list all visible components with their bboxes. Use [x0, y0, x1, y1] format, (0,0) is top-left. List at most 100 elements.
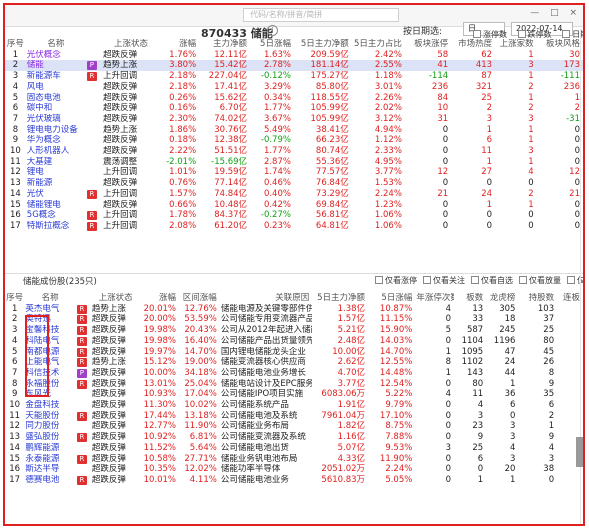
table-row[interactable]: 11 天能股份 R 超跌反弹 17.44% 13.18% 公司储能电池及系统 7961.04万… [5, 411, 583, 422]
constituent-header-cell[interactable]: 涨幅 [140, 293, 179, 304]
table-row[interactable]: 8 锂电电力设备 趋势上涨 1.86% 30.76亿 5.49% 38.41亿 4.94% 0 1… [5, 125, 583, 136]
checkbox-icon[interactable] [473, 30, 481, 38]
sector-header-cell[interactable]: 涨幅 [160, 39, 199, 50]
table-row[interactable]: 9 华为概念 超跌反弹 0.18% 12.38亿 -0.79% 66.23亿 1.12% 0 6 1… [5, 135, 583, 146]
info-icon[interactable]: i [267, 25, 278, 36]
trend-status: 超跌反弹 [103, 49, 138, 60]
table-row[interactable]: 1 英杰电气 R 趋势上涨 20.01% 12.76%储能电源及关键零部件供应 1.38亿 1… [5, 304, 583, 315]
check-date[interactable]: 日期 [562, 30, 583, 39]
sector-header-cell[interactable]: 上涨状态 [102, 39, 160, 50]
sector-header-cell[interactable]: 上涨家数 [495, 39, 537, 50]
table-row[interactable]: 1 光伏概念 超跌反弹 1.76% 12.11亿 1.63% 209.59亿 2.42% 58 6… [5, 50, 583, 61]
constituent-header-cell[interactable]: 上涨状态 [91, 293, 140, 304]
constituent-header-cell[interactable]: 龙虎榜 [486, 293, 518, 304]
scrollbar-thumb[interactable] [576, 437, 583, 467]
table-row[interactable]: 12 同力股份 超跌反弹 12.77% 11.90% 公司储能业务布局 1.82亿 8.75%… [5, 421, 583, 432]
checkbox-icon[interactable] [519, 276, 527, 284]
count-cell: 413 [451, 60, 496, 72]
constituent-filter-check[interactable]: 仅看放量 [519, 276, 561, 285]
table-row[interactable]: 13 盛弘股份 R 超跌反弹 10.92% 6.81% 公司储能变流器及系统 1.16亿 7.8… [5, 432, 583, 443]
value-cell: 2.87% [263, 156, 291, 167]
constituent-filter-check[interactable]: 仅看自选 [471, 276, 513, 285]
table-row[interactable]: 15 储能锂电 超跌反弹 0.66% 10.48亿 0.42% 69.84亿 1.23% 0 1 1… [5, 200, 583, 211]
value-cell: 5.49% [263, 124, 291, 135]
checkbox-icon[interactable] [375, 276, 383, 284]
trend-status: 超跌反弹 [91, 389, 126, 400]
table-row[interactable]: 2 奥特迅 R 超跌反弹 20.00% 53.59% 公司储能专用变流器产品 1.57亿 11.… [5, 314, 583, 325]
constituent-header-cell[interactable] [76, 293, 91, 304]
table-row[interactable]: 17 特斯拉概念 R 上升回调 2.08% 61.20亿 0.23% 64.81亿 1.06% 0… [5, 221, 583, 232]
table-row[interactable]: 5 南都电源 R 超跌反弹 19.97% 14.70% 国内锂电储能龙头企业 10.00亿 14… [5, 347, 583, 358]
sector-header-cell[interactable]: 5日主力占比 [352, 39, 405, 50]
sector-header-cell[interactable]: 序号 [5, 39, 26, 50]
table-row[interactable]: 10 人形机器人 超跌反弹 2.22% 51.51亿 1.77% 80.74亿 2.33% 0 1… [5, 146, 583, 157]
table-row[interactable]: 16 5G概念 R 上升回调 1.78% 84.37亿 -0.27% 56.81亿 1.06% 0… [5, 210, 583, 221]
sector-header-cell[interactable]: 5日涨幅 [250, 39, 294, 50]
table-row[interactable]: 16 斯达半导 超跌反弹 10.35% 12.02% 储能功率半导体 2051.02万 2.2… [5, 464, 583, 475]
table-row[interactable]: 5 固态电池 超跌反弹 0.26% 15.62亿 0.34% 118.55亿 2.26% 84 2… [5, 93, 583, 104]
table-row[interactable]: 8 永福股份 R 超跌反弹 13.01% 25.04% 储能电站设计及EPC服务 3.77亿 1… [5, 379, 583, 390]
constituent-filter-check[interactable]: 仅看涨停 [375, 276, 417, 285]
count-cell: 62 [481, 49, 493, 60]
table-row[interactable]: 13 新能源 超跌反弹 0.76% 77.14亿 0.46% 76.84亿 1.53% 0 0 0 0 [5, 178, 583, 189]
constituent-header-cell[interactable]: 名称 [24, 293, 76, 304]
checkbox-icon[interactable] [423, 276, 431, 284]
check-limit-down[interactable]: 跌停数 [517, 30, 552, 39]
sector-header-cell[interactable]: 5日主力净额 [294, 39, 352, 50]
table-row[interactable]: 15 永泰能源 R 超跌反弹 10.58% 27.71% 储能业务钒电池布局 4.33亿 11.… [5, 454, 583, 465]
constituent-header-cell[interactable]: 5日主力净额 [312, 293, 368, 304]
constituent-filter-check[interactable]: 仅看新高 [567, 276, 583, 285]
constituent-header-cell[interactable]: 序号 [5, 293, 24, 304]
count-cell: 0 [445, 410, 451, 421]
table-row[interactable]: 9 东风光 超跌反弹 10.93% 17.04% 公司储能IPO项目实施 6083.06万 5… [5, 389, 583, 400]
sector-name: 特斯拉概念 [26, 220, 70, 231]
table-row[interactable]: 14 光伏 R 上升回调 1.57% 74.84亿 0.40% 73.29亿 2.24% 21 24… [5, 189, 583, 200]
table-row[interactable]: 10 金盘科技 超跌反弹 11.30% 10.02% 公司储能系统产品 1.91亿 9.79%… [5, 400, 583, 411]
value-cell: 20.43% [184, 325, 217, 336]
tag-cell [86, 135, 102, 146]
table-row[interactable]: 4 风电 超跌反弹 2.18% 17.41亿 3.29% 85.80亿 3.01% 236 321… [5, 82, 583, 93]
table-row[interactable]: 12 锂电 上升回调 1.01% 19.59亿 1.74% 77.57亿 3.77% 12 27 4… [5, 167, 583, 178]
constituent-header-cell[interactable]: 板数 [454, 293, 486, 304]
count-cell: 21 [569, 188, 580, 199]
constituent-header-cell[interactable]: 区间涨幅 [179, 293, 220, 304]
value-cell: -0.79% [260, 135, 291, 146]
count-cell: 11 [472, 389, 484, 400]
value-cell: 10.01% [143, 474, 176, 485]
tag-cell: R [86, 189, 102, 200]
count-cell: 0 [445, 474, 451, 485]
table-row[interactable]: 7 科信技术 P 超跌反弹 10.00% 34.18% 公司储能电池业务增长 4.70亿 14.… [5, 368, 583, 379]
value-cell: 19.59亿 [214, 167, 248, 178]
value-cell: 3.77亿 [337, 378, 366, 389]
sector-header-cell[interactable]: 市场热度 [451, 39, 495, 50]
trend-status: 上升回调 [103, 71, 138, 82]
checkbox-icon[interactable] [567, 276, 575, 284]
table-row[interactable]: 3 新能源车 R 上升回调 2.18% 227.04亿 -0.12% 175.27亿 1.18%… [5, 71, 583, 82]
sector-header-cell[interactable]: 名称 [26, 39, 86, 50]
table-row[interactable]: 3 宝馨科技 R 超跌反弹 19.98% 20.43% 公司从2012年起进入储能 5.21亿… [5, 325, 583, 336]
constituent-header-cell[interactable]: 5日涨幅 [368, 293, 415, 304]
constituent-header-cell[interactable]: 关联原因 [220, 293, 312, 304]
value-cell: 14.70% [184, 346, 217, 357]
sector-header-cell[interactable]: 主力净额 [199, 39, 250, 50]
table-row[interactable]: 17 德赛电池 R 超跌反弹 10.01% 4.11% 公司储能电池业务 5610.83万 5.… [5, 475, 583, 486]
table-row[interactable]: 2 储能 P 趋势上涨 3.80% 15.42亿 2.78% 181.14亿 2.55% 41 41… [5, 60, 583, 72]
value-cell: -15.69亿 [211, 156, 248, 167]
constituent-header-cell[interactable]: 持股数 [518, 293, 557, 304]
checkbox-icon[interactable] [517, 30, 526, 38]
table-row[interactable]: 11 大基建 震荡调整 -2.01% -15.69亿 2.87% 55.36亿 4.95% 0 1… [5, 157, 583, 168]
constituent-filter-check[interactable]: 仅看关注 [423, 276, 465, 285]
table-row[interactable]: 6 上能电气 R 趋势上涨 15.12% 19.00% 储能变流器核心供应商 2.62亿 12.… [5, 357, 583, 368]
table-row[interactable]: 4 科陆电气 R 超跌反弹 19.98% 16.40% 公司储能产品出货量领先 2.48亿 14… [5, 336, 583, 347]
check-limit-up[interactable]: 涨停数 [473, 30, 507, 39]
table-row[interactable]: 6 碳中和 超跌反弹 0.16% 6.70亿 1.77% 105.99亿 2.02% 10 2 2 2 [5, 103, 583, 114]
table-row[interactable]: 14 鹏辉能源 超跌反弹 11.52% 5.64% 公司储能电池出货 5.07亿 9.53% 3… [5, 443, 583, 454]
checkbox-icon[interactable] [562, 30, 571, 38]
constituent-header-cell[interactable]: 年涨停次数 [415, 293, 454, 304]
sector-header-cell[interactable]: 板块风格 [537, 39, 583, 50]
table-row[interactable]: 7 光伏玻璃 超跌反弹 2.30% 74.02亿 3.67% 105.99亿 3.12% 31 3… [5, 114, 583, 125]
sector-header-cell[interactable] [86, 39, 102, 50]
sector-header-cell[interactable]: 板块涨停 [405, 39, 451, 50]
checkbox-icon[interactable] [471, 276, 479, 284]
reason-cell: 公司从2012年起进入储能 [220, 325, 313, 336]
